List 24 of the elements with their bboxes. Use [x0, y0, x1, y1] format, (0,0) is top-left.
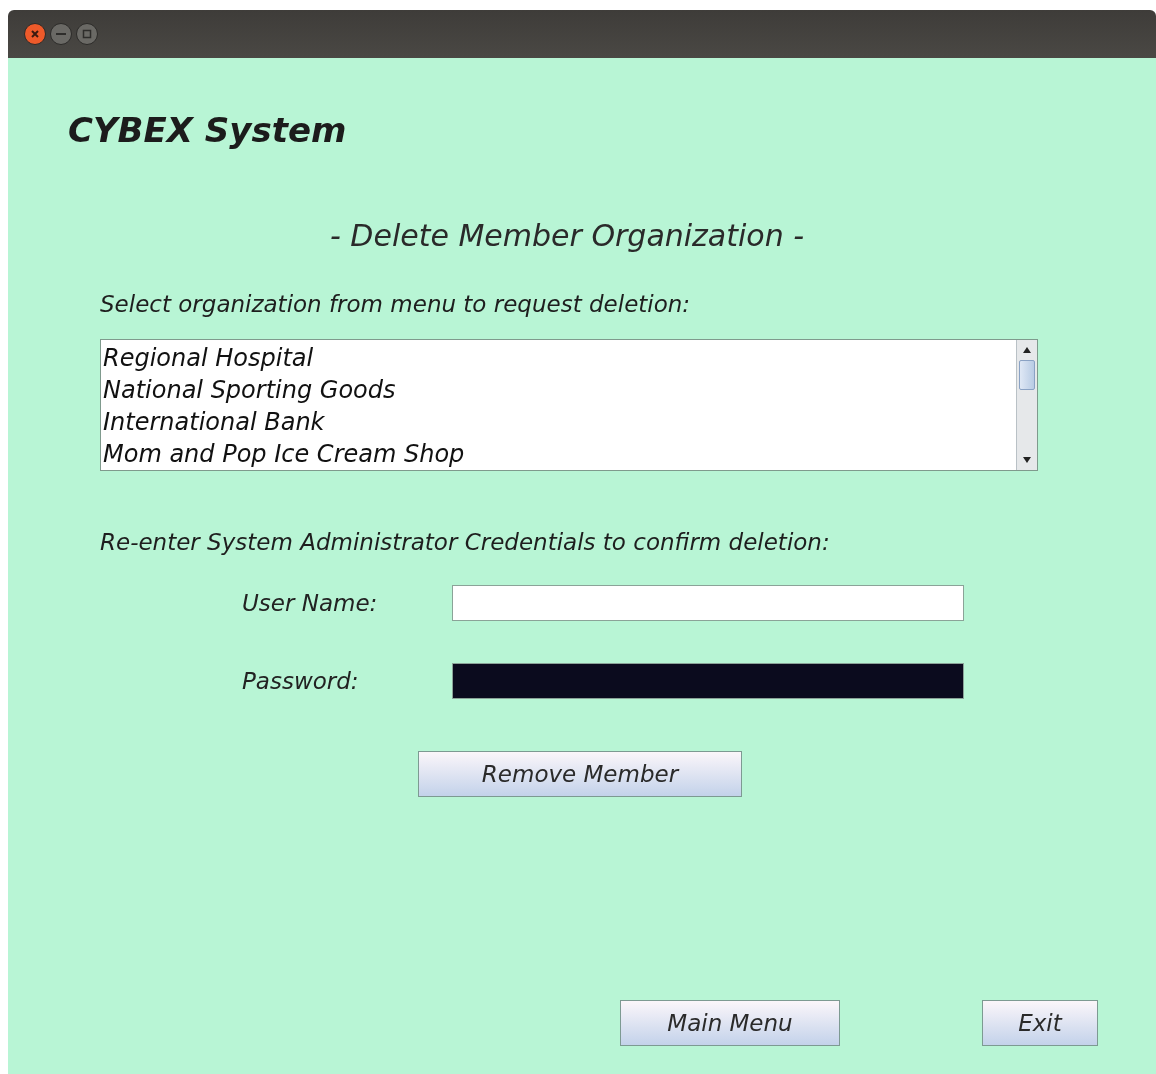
maximize-button[interactable]	[76, 23, 98, 45]
maximize-icon	[82, 29, 92, 39]
input-field[interactable]	[452, 585, 964, 621]
minimize-icon	[56, 32, 66, 36]
field-label: User Name:	[242, 590, 378, 616]
app-title: CYBEX System	[68, 110, 347, 150]
page-heading: - Delete Member Organization -	[330, 218, 805, 253]
field-label: Password:	[242, 668, 359, 694]
list-item[interactable]: Mom and Pop Ice Cream Shop	[103, 438, 465, 470]
credentials-prompt: Re-enter System Administrator Credentials to confirm deletion:	[100, 529, 830, 555]
minimize-button[interactable]	[50, 23, 72, 45]
close-button[interactable]	[24, 23, 46, 45]
remove-member-button[interactable]: Remove Member	[418, 751, 742, 797]
password-field[interactable]	[452, 663, 964, 699]
list-prompt: Select organization from menu to request deletion:	[100, 291, 691, 317]
scroll-thumb[interactable]	[1019, 360, 1035, 390]
organization-list[interactable]: Regional Hospital National Sporting Goods International Bank Mom and Pop Ice Cream Shop	[100, 339, 1038, 471]
list-item[interactable]: National Sporting Goods	[103, 374, 396, 406]
list-item[interactable]: International Bank	[103, 406, 325, 438]
footer-button[interactable]: Exit	[982, 1000, 1098, 1046]
list-item[interactable]: Regional Hospital	[103, 342, 314, 374]
footer-button[interactable]: Main Menu	[620, 1000, 840, 1046]
close-icon	[30, 29, 40, 39]
scroll-bar[interactable]	[1016, 340, 1037, 470]
